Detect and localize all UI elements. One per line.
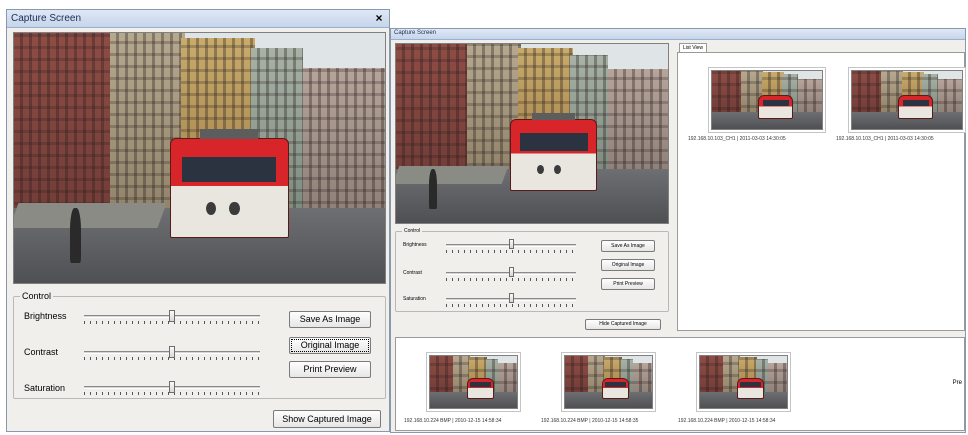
saturation-label: Saturation (403, 296, 426, 302)
window-title: Capture Screen (11, 13, 82, 24)
contrast-slider-thumb[interactable] (509, 267, 514, 277)
strip-item-caption: 192.168.10.224 BMP | 2010-12-15 14:58:34 (404, 418, 502, 424)
tab-list-view-label: List View (683, 45, 703, 51)
thumbnail-image (711, 70, 823, 130)
list-view-panel: 192.168.10.103_CH1 | 2011-03-03 14:30:05… (677, 52, 966, 331)
control-group: Control Brightness Contrast Saturation S… (395, 228, 669, 312)
saturation-slider-thumb[interactable] (169, 381, 175, 393)
brightness-label: Brightness (24, 311, 67, 321)
window-title: Capture Screen (394, 30, 437, 36)
save-as-image-button[interactable]: Save As Image (601, 240, 655, 252)
print-preview-button[interactable]: Print Preview (289, 361, 371, 378)
thumbnail-image (699, 355, 788, 409)
contrast-slider[interactable] (84, 346, 260, 360)
strip-side-label: Pre (952, 380, 962, 386)
original-image-button[interactable]: Original Image (601, 259, 655, 271)
thumbnail-image (429, 355, 518, 409)
control-group: Control Brightness Contrast Saturation S… (13, 291, 386, 399)
contrast-label: Contrast (403, 270, 422, 276)
contrast-slider[interactable] (446, 267, 576, 281)
print-preview-button[interactable]: Print Preview (601, 278, 655, 290)
saturation-slider-thumb[interactable] (509, 293, 514, 303)
captured-strip-panel: 192.168.10.224 BMP | 2010-12-15 14:58:34… (395, 337, 965, 431)
contrast-slider-thumb[interactable] (169, 346, 175, 358)
thumbnail-image (564, 355, 653, 409)
hide-captured-image-button[interactable]: Hide Captured Image (585, 319, 661, 330)
strip-item[interactable] (696, 352, 791, 412)
strip-item-caption: 192.168.10.224 BMP | 2010-12-15 14:58:34 (678, 418, 776, 424)
saturation-slider[interactable] (446, 293, 576, 307)
list-item-caption: 192.168.10.103_CH1 | 2011-03-03 14:30:05 (836, 136, 934, 142)
brightness-label: Brightness (403, 242, 427, 248)
title-bar: Capture Screen × (7, 10, 389, 28)
thumbnail-image (851, 70, 963, 130)
brightness-slider[interactable] (446, 239, 576, 253)
control-group-label: Control (402, 228, 423, 234)
contrast-label: Contrast (24, 347, 59, 357)
original-image-button[interactable]: Original Image (289, 337, 371, 354)
saturation-slider[interactable] (84, 381, 260, 395)
brightness-slider-thumb[interactable] (169, 310, 175, 322)
title-bar: Capture Screen (391, 29, 965, 40)
strip-item-caption: 192.168.10.224 BMP | 2010-12-15 14:58:35 (541, 418, 639, 424)
list-item[interactable] (708, 67, 826, 133)
save-as-image-button[interactable]: Save As Image (289, 311, 371, 328)
capture-screen-window: Capture Screen × Control Brightness Cont… (6, 9, 390, 432)
list-item[interactable] (848, 67, 966, 133)
list-item-caption: 192.168.10.103_CH1 | 2011-03-03 14:30:05 (688, 136, 786, 142)
capture-screen-window-expanded: Capture Screen Control Brightness Contra… (390, 28, 966, 433)
captured-image (13, 32, 386, 284)
saturation-label: Saturation (24, 383, 66, 393)
strip-item[interactable] (426, 352, 521, 412)
close-icon[interactable]: × (372, 12, 386, 26)
control-group-label: Control (20, 291, 54, 301)
brightness-slider-thumb[interactable] (509, 239, 514, 249)
show-captured-image-button[interactable]: Show Captured Image (273, 410, 381, 428)
captured-image (395, 43, 669, 224)
brightness-slider[interactable] (84, 310, 260, 324)
strip-item[interactable] (561, 352, 656, 412)
